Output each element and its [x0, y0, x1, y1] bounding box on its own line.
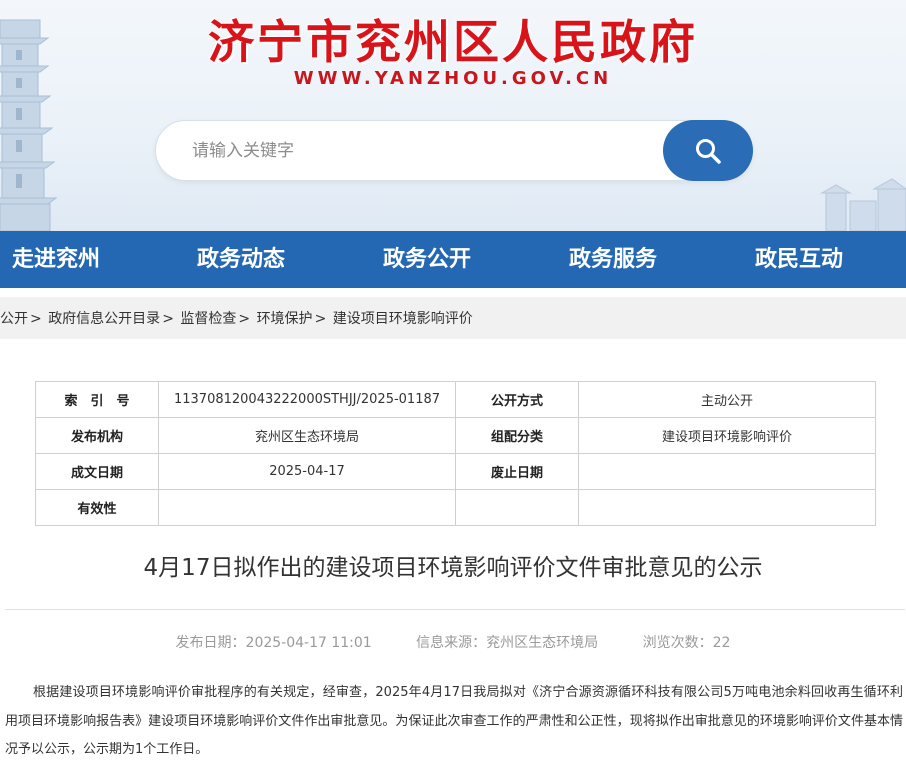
breadcrumb-item-catalog[interactable]: 政府信息公开目录 [48, 311, 160, 327]
publish-date: 发布日期：2025-04-17 11:01 [176, 635, 372, 651]
publisher-value: 兖州区生态环境局 [158, 417, 456, 454]
view-count: 浏览次数：22 [643, 635, 731, 651]
breadcrumb-separator: > [238, 311, 251, 327]
publisher-label: 发布机构 [35, 417, 159, 454]
info-source: 信息来源：兖州区生态环境局 [416, 635, 598, 651]
skyline-illustration [820, 178, 906, 231]
search-button[interactable] [663, 120, 753, 181]
validity-value [158, 489, 456, 526]
table-row: 索 引 号 113708120043222000STHJJ/2025-01187… [35, 381, 876, 418]
created-date-value: 2025-04-17 [158, 453, 456, 490]
view-count-label: 浏览次数： [642, 635, 713, 651]
site-title: 济宁市兖州区人民政府 [208, 15, 698, 69]
abolished-date-value [578, 453, 876, 490]
empty-cell [578, 489, 876, 526]
index-value: 113708120043222000STHJJ/2025-01187 [158, 381, 456, 418]
site-url: WWW.YANZHOU.GOV.CN [293, 68, 613, 89]
created-date-label: 成文日期 [35, 453, 159, 490]
breadcrumb-item-supervision[interactable]: 监督检查 [180, 311, 236, 327]
search-icon [696, 138, 721, 164]
divider [5, 609, 905, 610]
view-count-value: 22 [712, 635, 731, 651]
document-info-table: 索 引 号 113708120043222000STHJJ/2025-01187… [35, 381, 876, 526]
publish-date-value: 2025-04-17 11:01 [245, 635, 372, 651]
nav-item-about[interactable]: 走进兖州 [12, 231, 100, 288]
breadcrumb-separator: > [30, 311, 42, 327]
table-row: 有效性 [35, 489, 876, 526]
index-label: 索 引 号 [35, 381, 159, 418]
breadcrumb-item-open[interactable]: 公开 [0, 311, 28, 327]
info-source-value: 兖州区生态环境局 [486, 635, 599, 651]
table-row: 成文日期 2025-04-17 废止日期 [35, 453, 876, 490]
article-title: 4月17日拟作出的建设项目环境影响评价文件审批意见的公示 [143, 555, 763, 581]
breadcrumb-bar: 公开 > 政府信息公开目录 > 监督检查 > 环境保护 > 建设项目环境影响评价 [0, 297, 906, 339]
breadcrumb: 公开 > 政府信息公开目录 > 监督检查 > 环境保护 > 建设项目环境影响评价 [0, 308, 473, 328]
empty-cell [455, 489, 579, 526]
breadcrumb-item-environment[interactable]: 环境保护 [257, 311, 313, 327]
abolished-date-label: 废止日期 [455, 453, 579, 490]
nav-item-interaction[interactable]: 政民互动 [755, 231, 843, 288]
category-value: 建设项目环境影响评价 [578, 417, 876, 454]
search-box [155, 120, 753, 181]
breadcrumb-separator: > [162, 311, 174, 327]
article-body: 根据建设项目环境影响评价审批程序的有关规定，经审查，2025年4月17日我局拟对… [5, 685, 903, 757]
search-input[interactable] [192, 139, 652, 163]
validity-label: 有效性 [35, 489, 159, 526]
nav-item-open-government[interactable]: 政务公开 [383, 231, 471, 288]
public-mode-value: 主动公开 [578, 381, 876, 418]
table-row: 发布机构 兖州区生态环境局 组配分类 建设项目环境影响评价 [35, 417, 876, 454]
public-mode-label: 公开方式 [455, 381, 579, 418]
publish-date-label: 发布日期： [175, 635, 246, 651]
info-source-label: 信息来源： [416, 635, 487, 651]
header-banner: 济宁市兖州区人民政府 WWW.YANZHOU.GOV.CN [0, 0, 906, 231]
article-meta: 发布日期：2025-04-17 11:01 信息来源：兖州区生态环境局 浏览次数… [0, 632, 906, 652]
category-label: 组配分类 [455, 417, 579, 454]
main-nav: 走进兖州 政务动态 政务公开 政务服务 政民互动 [0, 231, 906, 288]
nav-item-services[interactable]: 政务服务 [569, 231, 657, 288]
nav-item-news[interactable]: 政务动态 [197, 231, 285, 288]
breadcrumb-separator: > [314, 311, 327, 327]
breadcrumb-item-eia[interactable]: 建设项目环境影响评价 [333, 311, 473, 327]
